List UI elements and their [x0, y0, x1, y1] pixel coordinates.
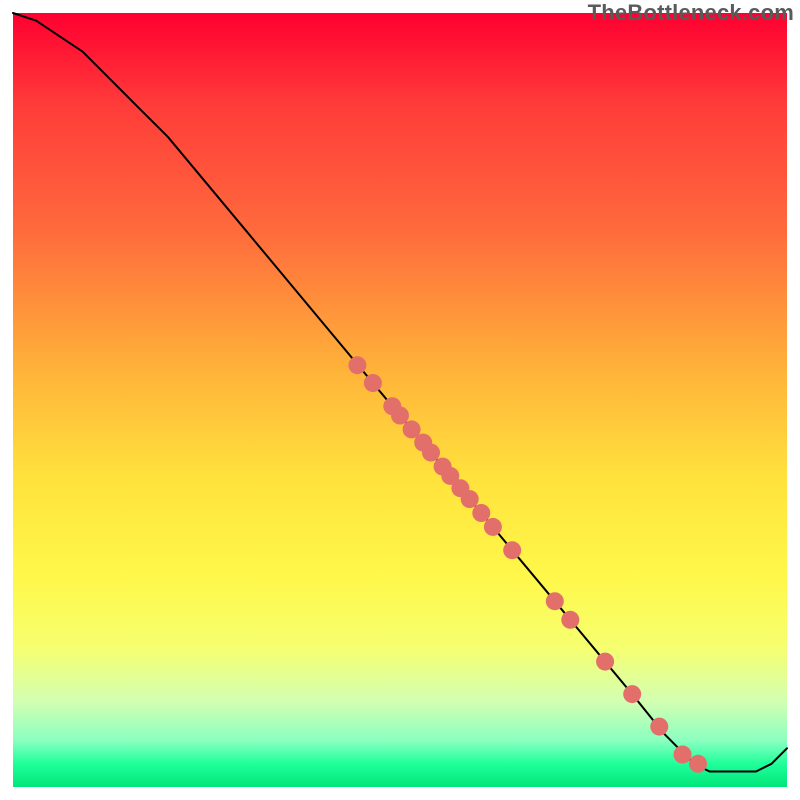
scatter-point: [484, 518, 502, 536]
scatter-point: [461, 490, 479, 508]
scatter-point: [348, 356, 366, 374]
scatter-point: [364, 374, 382, 392]
scatter-point: [623, 685, 641, 703]
scatter-point: [503, 541, 521, 559]
scatter-point: [472, 504, 490, 522]
scatter-point: [561, 611, 579, 629]
chart-container: TheBottleneck.com: [0, 0, 800, 800]
scatter-point: [546, 592, 564, 610]
chart-svg-overlay: [0, 0, 800, 800]
scatter-point: [391, 407, 409, 425]
scatter-points: [348, 356, 707, 773]
scatter-point: [596, 653, 614, 671]
curve-path: [13, 13, 787, 772]
scatter-point: [689, 755, 707, 773]
scatter-point: [674, 746, 692, 764]
scatter-point: [422, 444, 440, 462]
curve-line: [13, 13, 787, 772]
scatter-point: [650, 718, 668, 736]
